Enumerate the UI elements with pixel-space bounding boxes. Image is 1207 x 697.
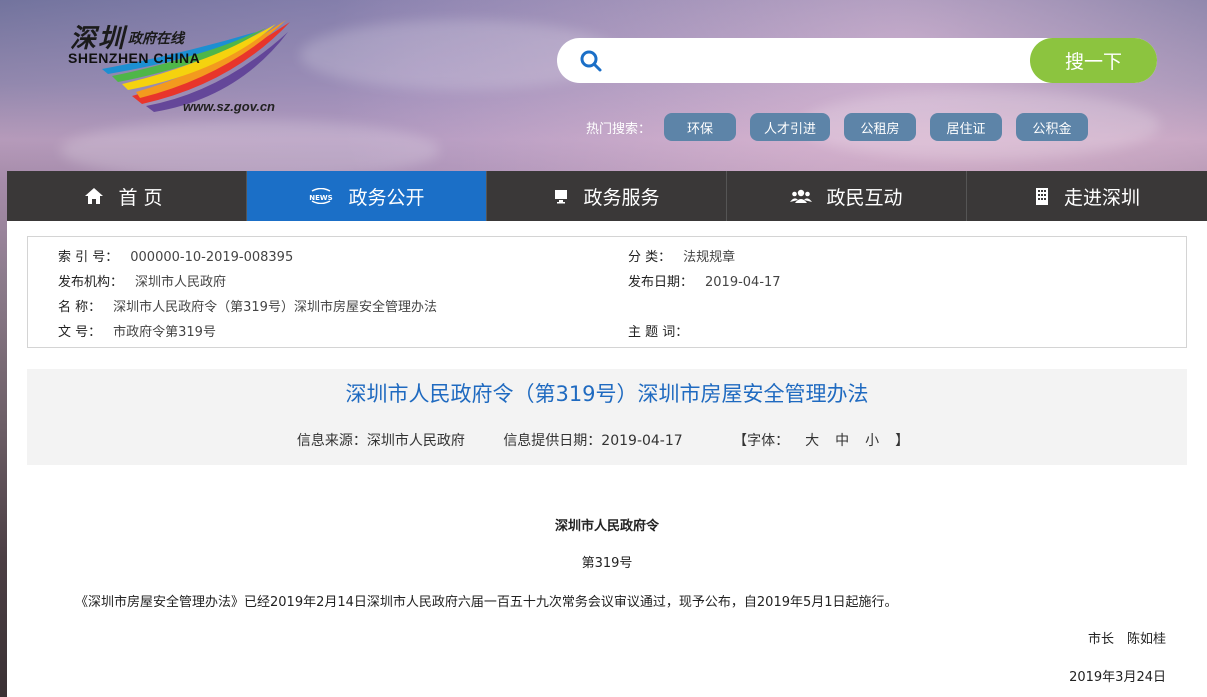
nav-item-label: 政务服务 <box>583 186 660 209</box>
meta-date: 发布日期： 2019-04-17 <box>628 271 781 290</box>
hot-tag-housing-fund[interactable]: 公积金 <box>1016 113 1089 141</box>
hot-tag-environment[interactable]: 环保 <box>664 113 737 141</box>
document-signatory: 市长 陈如桂 <box>1087 632 1166 647</box>
logo-url: www.sz.gov.cn <box>183 99 275 114</box>
building-icon <box>1034 187 1050 205</box>
hot-search: 热门搜索： 环保 人才引进 公租房 居住证 公积金 <box>586 113 1102 141</box>
document-sign-date: 2019年3月24日 <box>1069 670 1166 685</box>
hot-tag-public-housing[interactable]: 公租房 <box>844 113 917 141</box>
hot-tag-residence-permit[interactable]: 居住证 <box>930 113 1003 141</box>
nav-item-gov-affairs[interactable]: NEWS 政务公开 <box>247 171 487 221</box>
meta-index-label: 索 引 号： <box>58 250 119 265</box>
document-info: 信息来源：深圳市人民政府 信息提供日期：2019-04-17 【字体： 大中小】 <box>27 430 1187 450</box>
meta-docno: 文 号： 市政府令第319号 <box>58 321 216 340</box>
users-icon <box>790 188 813 204</box>
document-heading: 深圳市人民政府令 <box>554 519 659 534</box>
meta-docno-value: 市政府令第319号 <box>113 325 216 340</box>
meta-name-value: 深圳市人民政府令（第319号）深圳市房屋安全管理办法 <box>113 300 437 315</box>
meta-subject: 主 题 词： <box>628 321 688 340</box>
logo-english-name: SHENZHEN CHINA <box>68 50 201 66</box>
nav-item-label: 政务公开 <box>348 186 425 209</box>
meta-date-value: 2019-04-17 <box>705 275 781 290</box>
font-size-label: 【字体： <box>733 433 790 449</box>
meta-subject-label: 主 题 词： <box>628 325 689 340</box>
home-icon <box>84 187 104 205</box>
meta-date-label: 发布日期： <box>628 275 694 290</box>
meta-category-value: 法规规章 <box>683 250 736 265</box>
hot-search-label: 热门搜索： <box>586 121 652 137</box>
nav-item-label: 政民互动 <box>826 186 903 209</box>
logo-chinese-sub: 政府在线 <box>128 31 184 47</box>
document-title-box: 深圳市人民政府令（第319号）深圳市房屋安全管理办法 信息来源：深圳市人民政府 … <box>27 369 1187 465</box>
main-nav: 首页 NEWS 政务公开 政务服务 政民互动 走进深圳 <box>7 171 1207 221</box>
nav-item-label: 走进深圳 <box>1063 186 1140 209</box>
meta-category-label: 分 类： <box>628 250 672 265</box>
meta-docno-label: 文 号： <box>58 325 102 340</box>
search-icon[interactable] <box>579 49 603 73</box>
nav-item-label: 首页 <box>118 186 169 209</box>
search-input[interactable] <box>617 44 1017 77</box>
content-panel: 索 引 号： 000000-10-2019-008395 分 类： 法规规章 发布机… <box>7 221 1207 697</box>
font-size-large[interactable]: 大 <box>805 433 819 449</box>
news-icon: NEWS <box>308 188 334 204</box>
font-size-label-close: 】 <box>895 433 910 449</box>
meta-publisher: 发布机构： 深圳市人民政府 <box>58 271 226 290</box>
font-size-switcher: 【字体： 大中小】 <box>725 433 917 449</box>
document-paragraph: 《深圳市房屋安全管理办法》已经2019年2月14日深圳市人民政府六届一百五十九次… <box>75 595 898 610</box>
font-size-small[interactable]: 小 <box>865 433 879 449</box>
hot-tag-talent[interactable]: 人才引进 <box>750 113 831 141</box>
monitor-icon <box>553 188 569 204</box>
document-title: 深圳市人民政府令（第319号）深圳市房屋安全管理办法 <box>345 382 869 406</box>
info-provide-date: 信息提供日期：2019-04-17 <box>503 433 683 449</box>
nav-item-home[interactable]: 首页 <box>7 171 247 221</box>
meta-publisher-value: 深圳市人民政府 <box>135 275 227 290</box>
nav-item-gov-services[interactable]: 政务服务 <box>487 171 727 221</box>
search-button[interactable]: 搜一下 <box>1030 38 1157 83</box>
meta-name-label: 名 称： <box>58 300 102 315</box>
meta-index: 索 引 号： 000000-10-2019-008395 <box>58 246 293 265</box>
info-source: 信息来源：深圳市人民政府 <box>296 433 465 449</box>
meta-name: 名 称： 深圳市人民政府令（第319号）深圳市房屋安全管理办法 <box>58 296 437 315</box>
meta-index-value: 000000-10-2019-008395 <box>130 250 294 265</box>
site-logo[interactable]: 深圳 政府在线 SHENZHEN CHINA www.sz.gov.cn <box>62 14 302 124</box>
document-number: 第319号 <box>581 556 633 571</box>
font-size-medium[interactable]: 中 <box>835 433 849 449</box>
document-metadata: 索 引 号： 000000-10-2019-008395 分 类： 法规规章 发布机… <box>27 236 1187 348</box>
search-bar: 搜一下 <box>557 38 1157 83</box>
meta-category: 分 类： 法规规章 <box>628 246 735 265</box>
nav-item-about-shenzhen[interactable]: 走进深圳 <box>967 171 1207 221</box>
nav-item-interaction[interactable]: 政民互动 <box>727 171 967 221</box>
meta-publisher-label: 发布机构： <box>58 275 124 290</box>
